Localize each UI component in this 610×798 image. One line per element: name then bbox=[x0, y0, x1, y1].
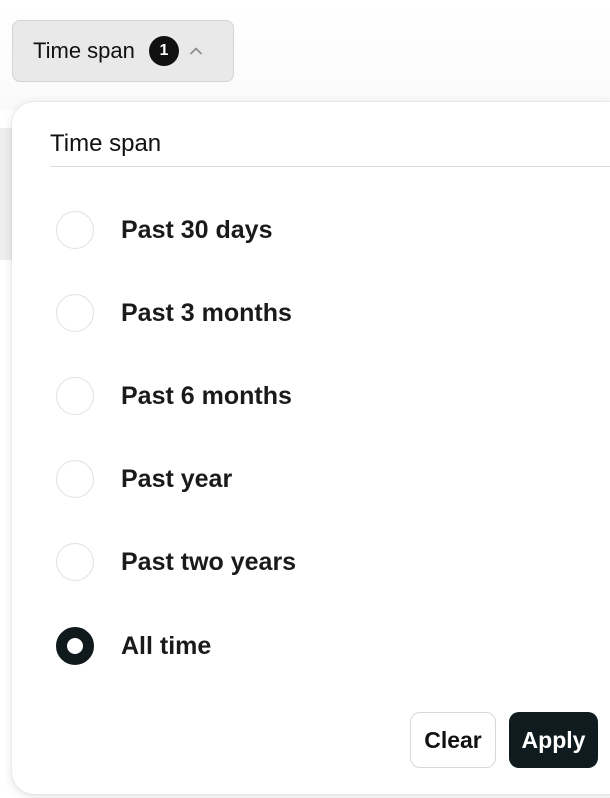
option-label: Past 30 days bbox=[121, 215, 273, 244]
option-past-6-months[interactable]: Past 6 months bbox=[56, 376, 292, 416]
option-label: Past two years bbox=[121, 547, 297, 576]
option-past-3-months[interactable]: Past 3 months bbox=[56, 293, 292, 333]
option-past-30-days[interactable]: Past 30 days bbox=[56, 210, 273, 250]
divider bbox=[50, 166, 610, 167]
time-span-filter-button[interactable]: Time span 1 bbox=[12, 20, 234, 82]
option-label: Past 6 months bbox=[121, 381, 292, 410]
radio-button[interactable] bbox=[56, 294, 94, 332]
filter-count-badge: 1 bbox=[148, 36, 179, 66]
radio-button[interactable] bbox=[56, 460, 94, 498]
radio-button[interactable] bbox=[56, 543, 94, 581]
option-label: Past year bbox=[121, 464, 233, 493]
radio-button-checked[interactable] bbox=[56, 627, 94, 665]
chevron-up-icon bbox=[189, 44, 203, 58]
option-past-two-years[interactable]: Past two years bbox=[56, 542, 296, 582]
option-all-time[interactable]: All time bbox=[56, 626, 211, 666]
option-label: Past 3 months bbox=[121, 298, 292, 327]
radio-button[interactable] bbox=[56, 377, 94, 415]
apply-button[interactable]: Apply bbox=[509, 712, 598, 768]
option-label: All time bbox=[121, 631, 212, 660]
popover-title: Time span bbox=[50, 130, 162, 157]
radio-button[interactable] bbox=[56, 211, 94, 249]
filter-button-label: Time span bbox=[33, 38, 135, 63]
option-past-year[interactable]: Past year bbox=[56, 459, 232, 499]
time-span-popover: Time span Past 30 days Past 3 months Pas… bbox=[12, 102, 610, 794]
clear-button[interactable]: Clear bbox=[410, 712, 496, 768]
